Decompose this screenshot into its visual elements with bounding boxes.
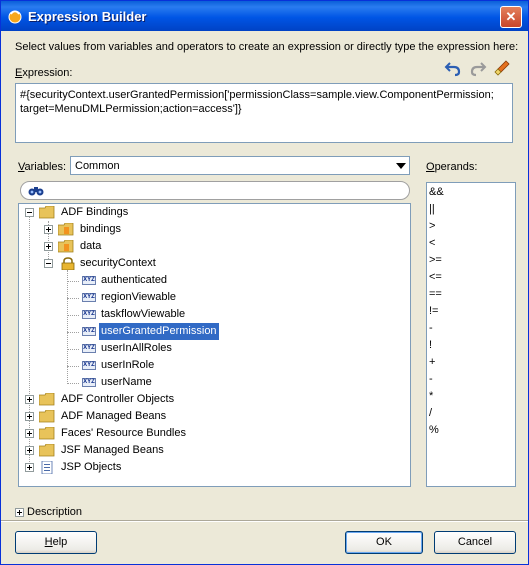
cancel-button[interactable]: Cancel [434, 531, 516, 554]
collapse-icon[interactable] [25, 208, 34, 217]
tree-node-user-in-role[interactable]: XYZ userInRole [19, 357, 409, 374]
tree-node-security-context[interactable]: securityContext [19, 255, 409, 272]
tree-node-adf-bindings[interactable]: ADF Bindings [19, 204, 409, 221]
expand-icon[interactable] [25, 429, 34, 438]
property-icon: XYZ [82, 344, 96, 353]
tree-node-jsp-objects[interactable]: JSP Objects [19, 459, 409, 476]
tree-node-authenticated[interactable]: XYZ authenticated [19, 272, 409, 289]
app-icon [8, 10, 22, 24]
binoculars-icon [28, 187, 44, 196]
property-icon: XYZ [82, 276, 96, 285]
tree-node-taskflow-viewable[interactable]: XYZ taskflowViewable [19, 306, 409, 323]
tree-node-user-in-all-roles[interactable]: XYZ userInAllRoles [19, 340, 409, 357]
operand-item[interactable]: || [429, 201, 435, 218]
operand-item[interactable]: < [429, 235, 435, 252]
expand-icon[interactable] [44, 225, 53, 234]
operand-item[interactable]: - [429, 371, 433, 388]
lock-icon [61, 257, 75, 270]
variables-label: Variables: [18, 161, 66, 173]
expression-label: Expression: [15, 67, 72, 79]
binding-folder-icon [58, 223, 74, 236]
property-icon: XYZ [82, 327, 96, 336]
operand-item[interactable]: * [429, 388, 433, 405]
operand-item[interactable]: / [429, 405, 432, 422]
expand-icon[interactable] [15, 508, 24, 517]
folder-icon [39, 206, 55, 219]
variables-selected: Common [75, 160, 120, 172]
close-button[interactable]: ✕ [500, 6, 522, 28]
variables-tree[interactable]: ADF Bindings bindings data securityConte… [18, 203, 411, 487]
tree-node-user-granted-permission[interactable]: XYZ userGrantedPermission [19, 323, 409, 340]
expression-textarea[interactable]: #{securityContext.userGrantedPermission[… [15, 83, 513, 143]
tree-node-faces-resource-bundles[interactable]: Faces' Resource Bundles [19, 425, 409, 442]
tree-node-adf-managed-beans[interactable]: ADF Managed Beans [19, 408, 409, 425]
property-icon: XYZ [82, 378, 96, 387]
jsp-page-icon [41, 461, 53, 474]
tree-node-data[interactable]: data [19, 238, 409, 255]
operand-item[interactable]: + [429, 354, 435, 371]
variables-label-text: Variables: [18, 161, 67, 173]
expand-icon[interactable] [25, 412, 34, 421]
folder-icon [39, 427, 55, 440]
clear-icon[interactable] [493, 59, 511, 77]
folder-icon [39, 410, 55, 423]
expression-label-text: Expression: [15, 67, 73, 79]
tree-node-adf-controller-objects[interactable]: ADF Controller Objects [19, 391, 409, 408]
chevron-down-icon[interactable] [392, 157, 409, 174]
tree-node-jsf-managed-beans[interactable]: JSF Managed Beans [19, 442, 409, 459]
divider [1, 520, 528, 522]
tree-node-user-name[interactable]: XYZ userName [19, 374, 409, 391]
operand-item[interactable]: <= [429, 269, 442, 286]
property-icon: XYZ [82, 361, 96, 370]
expression-builder-dialog: Expression Builder ✕ Select values from … [0, 0, 529, 565]
variables-dropdown[interactable]: Common [70, 156, 410, 175]
expand-icon[interactable] [25, 446, 34, 455]
tree-node-bindings[interactable]: bindings [19, 221, 409, 238]
operands-list[interactable]: && || > < >= <= == != -! + - * /% [426, 182, 516, 487]
help-label: Help [44, 536, 68, 548]
property-icon: XYZ [82, 293, 96, 302]
tree-node-region-viewable[interactable]: XYZ regionViewable [19, 289, 409, 306]
operand-item[interactable]: >= [429, 252, 442, 269]
description-label: Description [27, 506, 83, 518]
expand-icon[interactable] [25, 395, 34, 404]
expand-icon[interactable] [44, 242, 53, 251]
ok-button[interactable]: OK [345, 531, 423, 554]
property-icon: XYZ [82, 310, 96, 319]
search-input[interactable] [20, 181, 410, 200]
operand-item[interactable]: && [429, 184, 444, 201]
title-bar[interactable]: Expression Builder ✕ [1, 1, 528, 31]
instructions-text: Select values from variables and operato… [15, 41, 519, 53]
operands-label: Operands: [426, 161, 477, 173]
redo-icon[interactable] [469, 59, 487, 77]
undo-icon[interactable] [444, 59, 462, 77]
operand-item[interactable]: == [429, 286, 442, 303]
help-button[interactable]: Help [15, 531, 97, 554]
expand-icon[interactable] [25, 463, 34, 472]
operand-item[interactable]: - [429, 320, 433, 337]
operand-item[interactable]: != [429, 303, 438, 320]
binding-folder-icon [58, 240, 74, 253]
folder-icon [39, 393, 55, 406]
window-title: Expression Builder [28, 9, 147, 24]
operands-label-text: Operands: [426, 161, 478, 173]
operand-item[interactable]: ! [429, 337, 432, 354]
operand-item[interactable]: % [429, 422, 439, 439]
collapse-icon[interactable] [44, 259, 53, 268]
operand-item[interactable]: > [429, 218, 435, 235]
folder-icon [39, 444, 55, 457]
